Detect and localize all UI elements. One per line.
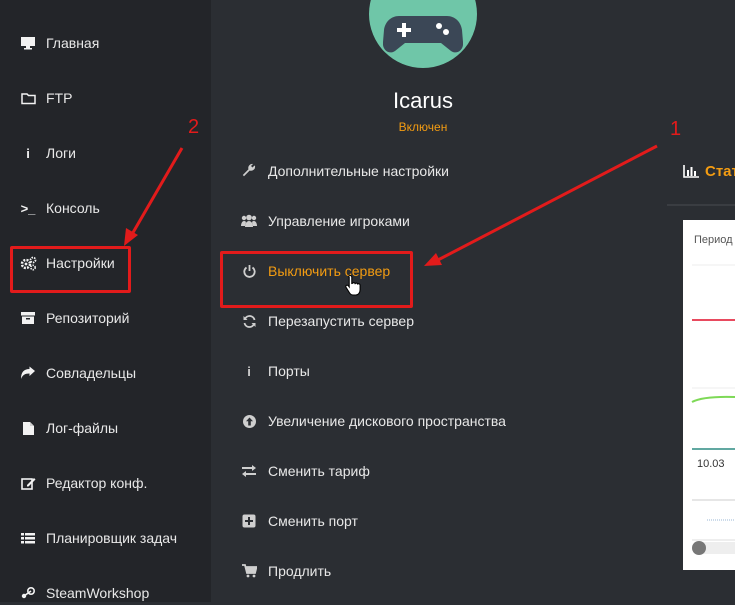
refresh-icon bbox=[240, 313, 258, 329]
stats-title: Стат bbox=[683, 163, 735, 180]
sidebar-item-label: Совладельцы bbox=[46, 365, 137, 381]
divider bbox=[667, 204, 735, 206]
range-slider-handle[interactable] bbox=[692, 541, 706, 555]
sidebar-item-console[interactable]: >_ Консоль bbox=[18, 196, 100, 220]
x-tick-label: 10.03 bbox=[697, 458, 725, 470]
archive-icon bbox=[18, 310, 38, 326]
menu-item-label: Порты bbox=[268, 363, 310, 379]
menu-item-label: Сменить порт bbox=[268, 513, 358, 529]
sidebar-item-label: SteamWorkshop bbox=[46, 585, 150, 601]
users-icon bbox=[240, 213, 258, 229]
server-status: Включен bbox=[398, 120, 448, 134]
menu-item-restart-server[interactable]: Перезапустить сервер bbox=[240, 310, 414, 332]
highlight-box-settings bbox=[10, 246, 131, 293]
menu-item-change-plan[interactable]: Сменить тариф bbox=[240, 460, 370, 482]
sidebar-item-label: Планировщик задач bbox=[46, 530, 178, 546]
wrench-icon bbox=[240, 163, 258, 179]
menu-item-label: Управление игроками bbox=[268, 213, 410, 229]
sidebar-item-label: Редактор конф. bbox=[46, 475, 148, 491]
sidebar-item-co-owners[interactable]: Совладельцы bbox=[18, 361, 136, 385]
highlight-box-stop-server bbox=[220, 251, 413, 308]
server-avatar bbox=[369, 0, 477, 68]
hand-cursor-icon bbox=[344, 274, 362, 301]
gamepad-icon bbox=[382, 12, 464, 61]
sidebar-item-ftp[interactable]: FTP bbox=[18, 86, 72, 110]
server-name: Icarus bbox=[393, 88, 453, 113]
stats-title-text: Стат bbox=[705, 163, 735, 180]
cart-icon bbox=[240, 563, 258, 579]
edit-icon bbox=[18, 475, 38, 491]
file-icon bbox=[18, 420, 38, 436]
folder-icon bbox=[18, 90, 38, 106]
annotation-number-2: 2 bbox=[188, 116, 200, 138]
menu-item-label: Сменить тариф bbox=[268, 463, 370, 479]
stats-chart bbox=[691, 264, 735, 555]
sidebar-item-steamworkshop[interactable]: SteamWorkshop bbox=[18, 581, 149, 605]
sidebar-item-logs[interactable]: i Логи bbox=[18, 141, 76, 165]
share-icon bbox=[18, 365, 38, 381]
steam-icon bbox=[18, 585, 38, 601]
sidebar-item-label: Репозиторий bbox=[46, 310, 130, 326]
menu-item-disk-space[interactable]: Увеличение дискового пространства bbox=[240, 410, 506, 432]
sidebar-item-task-scheduler[interactable]: Планировщик задач bbox=[18, 526, 177, 550]
annotation-number-1: 1 bbox=[670, 118, 682, 140]
menu-item-renew[interactable]: Продлить bbox=[240, 560, 331, 582]
menu-item-player-management[interactable]: Управление игроками bbox=[240, 210, 410, 232]
info-icon: i bbox=[26, 145, 30, 161]
monitor-icon bbox=[18, 35, 38, 51]
stats-chart-card: Период 10.03 bbox=[683, 220, 735, 570]
menu-item-label: Продлить bbox=[268, 563, 332, 579]
terminal-icon: >_ bbox=[20, 200, 36, 216]
bar-chart-icon bbox=[683, 165, 699, 178]
sidebar-item-home[interactable]: Главная bbox=[18, 31, 99, 55]
exchange-icon bbox=[240, 463, 258, 479]
plus-square-icon bbox=[240, 513, 258, 529]
menu-item-additional-settings[interactable]: Дополнительные настройки bbox=[240, 160, 449, 182]
sidebar-item-repository[interactable]: Репозиторий bbox=[18, 306, 129, 330]
menu-item-label: Перезапустить сервер bbox=[268, 313, 414, 329]
sidebar-item-label: Консоль bbox=[46, 200, 100, 216]
sidebar-item-label: Главная bbox=[46, 35, 100, 51]
sidebar: Главная FTP i Логи >_ Консоль Настройки … bbox=[0, 0, 211, 602]
menu-item-change-port[interactable]: Сменить порт bbox=[240, 510, 358, 532]
info-icon: i bbox=[247, 363, 251, 379]
sidebar-item-label: Лог-файлы bbox=[46, 420, 119, 436]
series-line-green bbox=[691, 395, 735, 403]
sidebar-item-config-editor[interactable]: Редактор конф. bbox=[18, 471, 147, 495]
menu-item-label: Дополнительные настройки bbox=[268, 163, 449, 179]
arrow-up-circle-icon bbox=[240, 413, 258, 429]
sidebar-item-label: Логи bbox=[46, 145, 76, 161]
sidebar-item-log-files[interactable]: Лог-файлы bbox=[18, 416, 118, 440]
menu-item-ports[interactable]: i Порты bbox=[240, 360, 310, 382]
sidebar-item-label: FTP bbox=[46, 90, 73, 106]
menu-item-label: Увеличение дискового пространства bbox=[268, 413, 506, 429]
list-icon bbox=[18, 530, 38, 546]
